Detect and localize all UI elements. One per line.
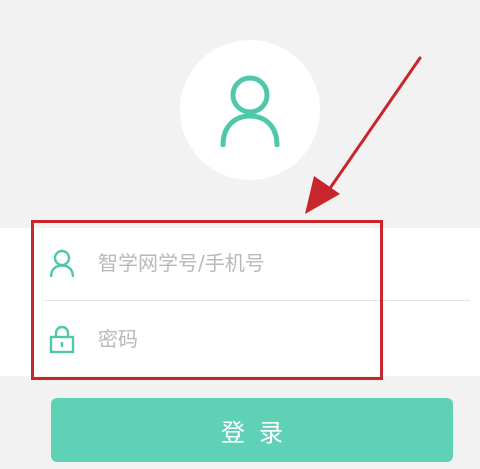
- user-icon: [49, 249, 75, 278]
- username-input[interactable]: [98, 246, 458, 280]
- user-avatar-icon: [220, 75, 280, 147]
- login-screen: 登录: [0, 0, 480, 469]
- avatar: [180, 40, 320, 180]
- login-button[interactable]: 登录: [51, 398, 453, 462]
- password-row: [0, 304, 480, 376]
- lock-icon: [49, 325, 75, 354]
- field-divider: [44, 300, 470, 301]
- password-input[interactable]: [98, 322, 458, 356]
- username-row: [0, 228, 480, 300]
